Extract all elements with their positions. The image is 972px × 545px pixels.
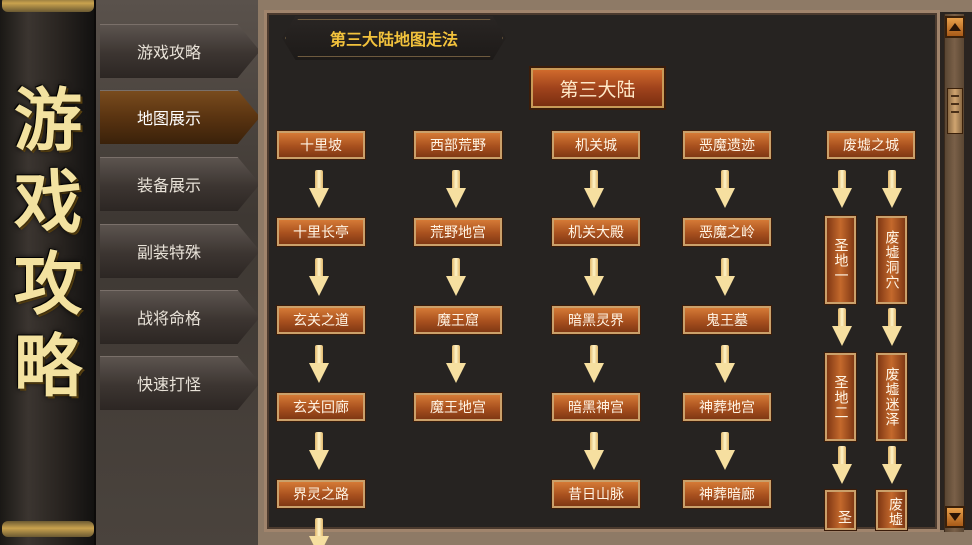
guide-scroll-banner: 游 戏 攻 略 (0, 0, 96, 545)
down-arrow-icon (309, 258, 329, 296)
down-arrow-icon (832, 308, 852, 346)
map-node[interactable]: 暗黑神宫 (552, 393, 640, 421)
map-node[interactable]: 废墟之城 (827, 131, 915, 159)
map-node[interactable]: 十里长亭 (277, 218, 365, 246)
map-node-vertical[interactable]: 废墟 (876, 490, 907, 530)
map-node-vertical[interactable]: 圣地一 (825, 216, 856, 304)
menu-item-label: 副装特殊 (136, 243, 201, 262)
down-arrow-icon (584, 170, 604, 208)
arrow-up-icon (949, 23, 961, 31)
down-arrow-icon (446, 345, 466, 383)
vertical-scrollbar[interactable] (944, 14, 965, 532)
continent-title: 第三大陆 (531, 68, 664, 108)
down-arrow-icon (882, 170, 902, 208)
down-arrow-icon (309, 345, 329, 383)
map-node[interactable]: 昔日山脉 (552, 480, 640, 508)
down-arrow-icon (715, 258, 735, 296)
scroll-roller-top (2, 0, 94, 12)
down-arrow-icon (584, 432, 604, 470)
scroll-up-button[interactable] (945, 16, 965, 38)
menu-item-quick-kill[interactable]: 快速打怪 (100, 356, 260, 410)
down-arrow-icon (446, 258, 466, 296)
scroll-title-char: 略 (13, 327, 82, 407)
down-arrow-icon (446, 170, 466, 208)
panel-header-title: 第三大陆地图走法 (329, 30, 458, 49)
map-node[interactable]: 十里坡 (277, 131, 365, 159)
down-arrow-icon (309, 518, 329, 545)
map-node[interactable]: 西部荒野 (414, 131, 502, 159)
down-arrow-icon (832, 446, 852, 484)
map-node[interactable]: 玄关之道 (277, 306, 365, 334)
map-node[interactable]: 暗黑灵界 (552, 306, 640, 334)
map-node[interactable]: 魔王窟 (414, 306, 502, 334)
menu-item-equipment[interactable]: 装备展示 (100, 157, 260, 211)
menu-item-accessories[interactable]: 副装特殊 (100, 224, 260, 278)
down-arrow-icon (882, 446, 902, 484)
map-node[interactable]: 荒野地宫 (414, 218, 502, 246)
menu-item-general-fate[interactable]: 战将命格 (100, 290, 260, 344)
menu-item-label: 快速打怪 (136, 375, 201, 394)
down-arrow-icon (715, 345, 735, 383)
map-node[interactable]: 玄关回廊 (277, 393, 365, 421)
map-node-vertical[interactable]: 圣 (825, 490, 856, 530)
map-node[interactable]: 机关城 (552, 131, 640, 159)
map-node-vertical[interactable]: 废墟迷泽 (876, 353, 907, 441)
map-node[interactable]: 魔王地宫 (414, 393, 502, 421)
menu-item-label: 装备展示 (136, 176, 201, 195)
menu-item-label: 战将命格 (136, 309, 201, 328)
menu-item-guide[interactable]: 游戏攻略 (100, 24, 260, 78)
map-node[interactable]: 恶魔之岭 (683, 218, 771, 246)
map-node[interactable]: 机关大殿 (552, 218, 640, 246)
down-arrow-icon (882, 308, 902, 346)
down-arrow-icon (715, 170, 735, 208)
panel-frame-bottom (258, 530, 972, 545)
map-node[interactable]: 恶魔遗迹 (683, 131, 771, 159)
scroll-title: 游 戏 攻 略 (0, 80, 96, 408)
game-guide-window: 游 戏 攻 略 游戏攻略 地图展示 装备展示 副装特殊 战将命格 快速打怪 第三… (0, 0, 972, 545)
map-node-vertical[interactable]: 圣地二 (825, 353, 856, 441)
map-node[interactable]: 界灵之路 (277, 480, 365, 508)
map-node[interactable]: 鬼王墓 (683, 306, 771, 334)
menu-item-label: 地图展示 (136, 109, 201, 128)
down-arrow-icon (309, 170, 329, 208)
down-arrow-icon (584, 258, 604, 296)
down-arrow-icon (309, 432, 329, 470)
map-node[interactable]: 神葬暗廊 (683, 480, 771, 508)
scroll-title-char: 游 (13, 81, 82, 161)
down-arrow-icon (584, 345, 604, 383)
scroll-roller-bottom (2, 521, 94, 537)
guide-menu: 游戏攻略 地图展示 装备展示 副装特殊 战将命格 快速打怪 (96, 0, 264, 545)
menu-item-label: 游戏攻略 (136, 43, 201, 62)
menu-item-map[interactable]: 地图展示 (100, 90, 260, 144)
map-node-vertical[interactable]: 废墟洞穴 (876, 216, 907, 304)
scrollbar-thumb[interactable] (947, 88, 963, 134)
scroll-down-button[interactable] (945, 506, 965, 528)
down-arrow-icon (832, 170, 852, 208)
scroll-title-char: 攻 (13, 245, 82, 325)
down-arrow-icon (715, 432, 735, 470)
panel-header-tab: 第三大陆地图走法 (282, 16, 506, 60)
arrow-down-icon (949, 513, 961, 521)
scroll-title-char: 戏 (13, 163, 82, 243)
map-node[interactable]: 神葬地宫 (683, 393, 771, 421)
